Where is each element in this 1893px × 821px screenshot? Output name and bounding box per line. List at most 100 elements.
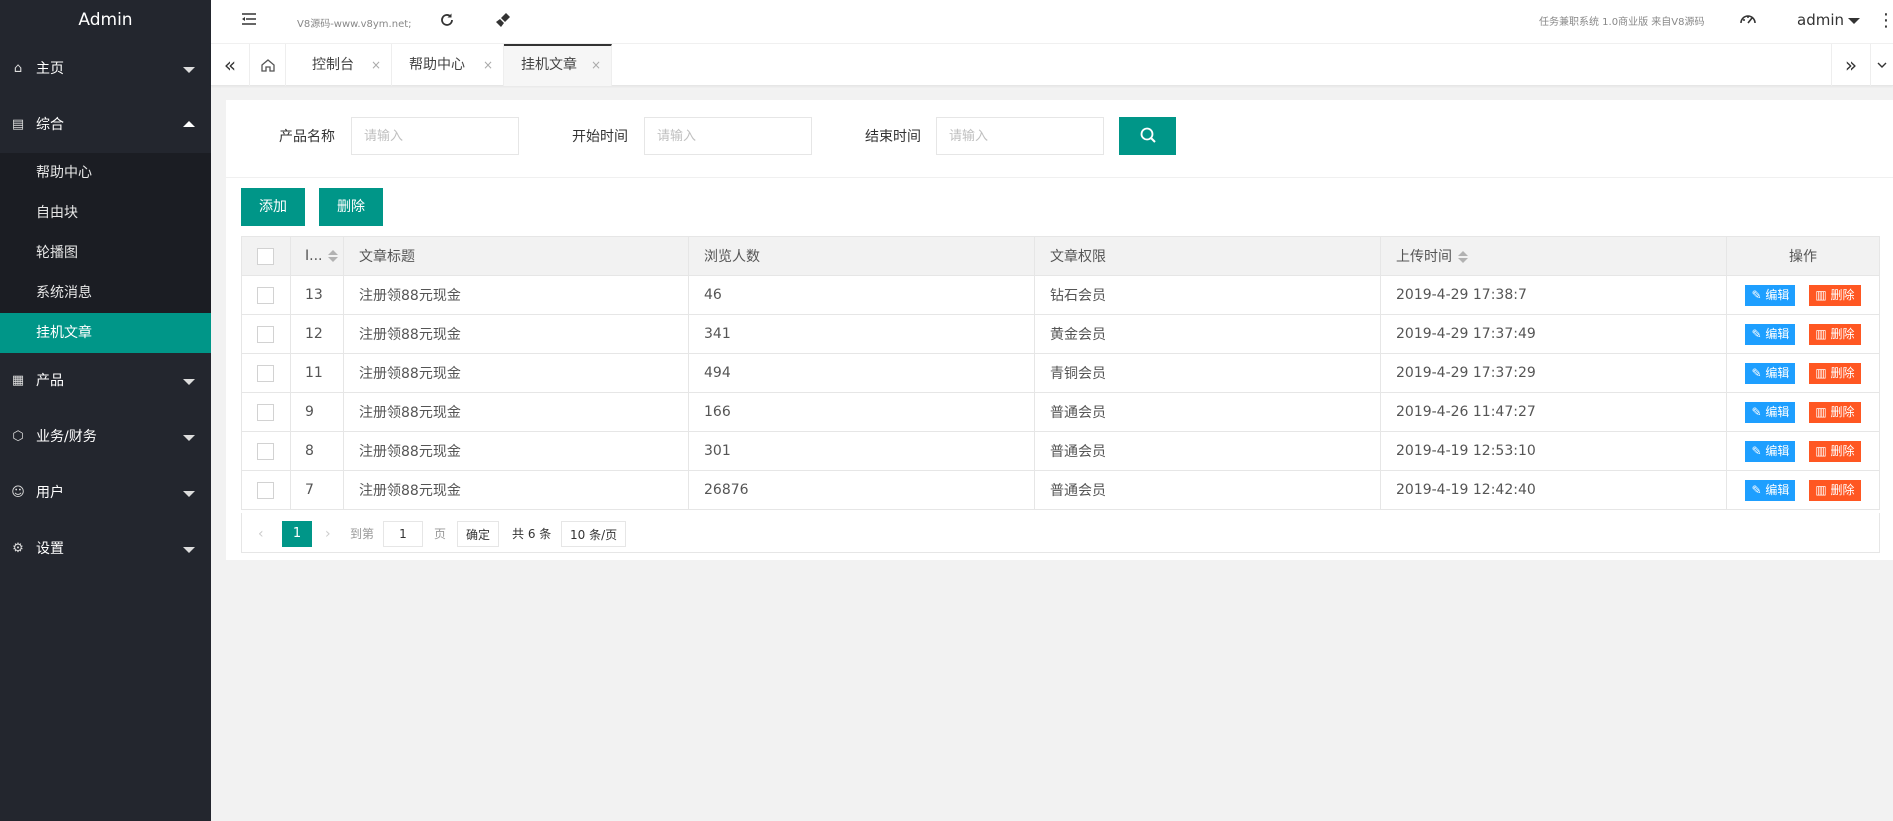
page-unit-label: 页 xyxy=(434,527,447,541)
row-checkbox[interactable] xyxy=(257,481,274,499)
delete-row-button[interactable]: ▥ 删除 xyxy=(1809,323,1861,345)
clear-cache-icon[interactable] xyxy=(494,11,512,34)
col-title-header: 文章标题 xyxy=(343,236,689,276)
cell-actions: ✎ 编辑 ▥ 删除 xyxy=(1726,470,1880,510)
goto-confirm-button[interactable]: 确定 xyxy=(457,521,500,547)
sidebar-item-general[interactable]: ▤ 综合 xyxy=(0,97,211,153)
col-upload-time-header[interactable]: 上传时间 xyxy=(1380,236,1727,276)
more-icon[interactable]: ⋮ xyxy=(1877,10,1893,31)
cell-actions: ✎ 编辑 ▥ 删除 xyxy=(1726,392,1880,432)
search-icon xyxy=(1140,127,1156,143)
table-row: 8 注册领88元现金 301 普通会员 2019-4-19 12:53:10 ✎ 编辑 ▥ … xyxy=(241,431,1880,471)
current-page[interactable]: 1 xyxy=(282,521,312,547)
end-time-input[interactable] xyxy=(936,117,1104,155)
app-logo: Admin xyxy=(78,10,133,30)
delete-button[interactable]: 删除 xyxy=(319,188,383,226)
row-select-cell xyxy=(241,353,291,393)
tabs-menu-chevron-icon[interactable] xyxy=(1871,44,1893,86)
tabs-scroll-left-icon[interactable]: « xyxy=(211,44,250,86)
cell-upload-time: 2019-4-29 17:38:7 xyxy=(1380,275,1727,315)
user-menu[interactable]: admin xyxy=(1797,11,1860,29)
row-checkbox[interactable] xyxy=(257,286,274,304)
delete-row-button[interactable]: ▥ 删除 xyxy=(1809,479,1861,501)
delete-row-button[interactable]: ▥ 删除 xyxy=(1809,362,1861,384)
add-button[interactable]: 添加 xyxy=(241,188,305,226)
tab-articles[interactable]: 挂机文章 × xyxy=(504,44,612,86)
box-icon: ⬡ xyxy=(12,429,24,444)
close-icon[interactable]: × xyxy=(483,44,493,86)
col-upload-time-label: 上传时间 xyxy=(1396,249,1452,265)
row-select-cell xyxy=(241,392,291,432)
cell-permission: 普通会员 xyxy=(1034,431,1381,471)
product-name-input[interactable] xyxy=(351,117,519,155)
edit-button[interactable]: ✎ 编辑 xyxy=(1745,440,1796,462)
select-all-checkbox[interactable] xyxy=(257,247,274,265)
cell-id: 9 xyxy=(290,392,344,432)
edit-button[interactable]: ✎ 编辑 xyxy=(1745,362,1796,384)
sidebar-subitem-help[interactable]: 帮助中心 xyxy=(0,153,211,193)
col-id-label: I... xyxy=(305,248,323,264)
refresh-icon[interactable] xyxy=(438,11,456,34)
tab-help-center[interactable]: 帮助中心 × xyxy=(392,44,504,86)
row-checkbox[interactable] xyxy=(257,403,274,421)
sidebar: Admin ⌂ 主页 ▤ 综合 帮助中心 自由块 轮播图 系统消息 挂机文章 ▦… xyxy=(0,0,211,821)
chevron-down-icon xyxy=(183,435,195,441)
row-select-cell xyxy=(241,470,291,510)
theme-icon[interactable] xyxy=(1739,11,1757,32)
cell-id: 12 xyxy=(290,314,344,354)
cell-actions: ✎ 编辑 ▥ 删除 xyxy=(1726,431,1880,471)
delete-row-button[interactable]: ▥ 删除 xyxy=(1809,401,1861,423)
sort-icon[interactable] xyxy=(1458,251,1468,263)
sidebar-item-settings[interactable]: ⚙ 设置 xyxy=(0,521,211,577)
edit-button[interactable]: ✎ 编辑 xyxy=(1745,284,1796,306)
cell-views: 341 xyxy=(688,314,1035,354)
delete-label: 删除 xyxy=(1830,443,1855,458)
row-checkbox[interactable] xyxy=(257,325,274,343)
sidebar-subitem-freeblock[interactable]: 自由块 xyxy=(0,193,211,233)
delete-row-button[interactable]: ▥ 删除 xyxy=(1809,440,1861,462)
trash-icon: ▥ xyxy=(1815,482,1831,497)
prev-page-icon[interactable]: ‹ xyxy=(258,521,264,547)
col-id-header[interactable]: I... xyxy=(290,236,344,276)
sidebar-item-home[interactable]: ⌂ 主页 xyxy=(0,41,211,97)
sidebar-subitem-articles[interactable]: 挂机文章 xyxy=(0,313,211,353)
cell-id: 11 xyxy=(290,353,344,393)
chevron-up-icon xyxy=(183,121,195,127)
delete-row-button[interactable]: ▥ 删除 xyxy=(1809,284,1861,306)
close-icon[interactable]: × xyxy=(591,46,601,84)
sidebar-subitem-carousel[interactable]: 轮播图 xyxy=(0,233,211,273)
sidebar-item-label: 主页 xyxy=(36,61,64,77)
sidebar-subitem-messages[interactable]: 系统消息 xyxy=(0,273,211,313)
tab-home-icon[interactable] xyxy=(250,44,286,86)
tabs-scroll-right-icon[interactable]: » xyxy=(1831,44,1871,86)
edit-button[interactable]: ✎ 编辑 xyxy=(1745,479,1796,501)
table-row: 13 注册领88元现金 46 钻石会员 2019-4-29 17:38:7 ✎ 编辑 ▥ 删… xyxy=(241,275,1880,315)
next-page-icon[interactable]: › xyxy=(325,521,331,547)
tab-label: 控制台 xyxy=(312,57,354,73)
edit-label: 编辑 xyxy=(1765,482,1790,497)
start-time-input[interactable] xyxy=(644,117,812,155)
row-checkbox[interactable] xyxy=(257,364,274,382)
gear-icon: ⚙ xyxy=(12,541,24,556)
menu-toggle-icon[interactable] xyxy=(240,11,258,32)
sidebar-item-users[interactable]: ☺ 用户 xyxy=(0,465,211,521)
edit-icon: ✎ xyxy=(1751,482,1766,497)
sidebar-submenu: 帮助中心 自由块 轮播图 系统消息 挂机文章 xyxy=(0,153,211,353)
search-button[interactable] xyxy=(1119,117,1176,155)
edit-button[interactable]: ✎ 编辑 xyxy=(1745,401,1796,423)
sidebar-item-products[interactable]: ▦ 产品 xyxy=(0,353,211,409)
page-size-select[interactable]: 10 条/页 xyxy=(561,521,627,547)
cell-id: 8 xyxy=(290,431,344,471)
top-header: V8源码-www.v8ym.net; 任务兼职系统 1.0商业版 来自V8源码 … xyxy=(211,0,1893,44)
grid-icon: ▤ xyxy=(11,117,25,132)
tab-console[interactable]: 控制台 × xyxy=(295,44,392,86)
row-checkbox[interactable] xyxy=(257,442,274,460)
sort-icon[interactable] xyxy=(328,250,339,262)
goto-page-input[interactable] xyxy=(383,521,423,547)
sidebar-item-label: 综合 xyxy=(36,117,64,133)
edit-button[interactable]: ✎ 编辑 xyxy=(1745,323,1796,345)
username: admin xyxy=(1797,11,1844,29)
close-icon[interactable]: × xyxy=(371,44,381,86)
search-form: 产品名称 开始时间 结束时间 xyxy=(226,100,1893,178)
sidebar-item-finance[interactable]: ⬡ 业务/财务 xyxy=(0,409,211,465)
